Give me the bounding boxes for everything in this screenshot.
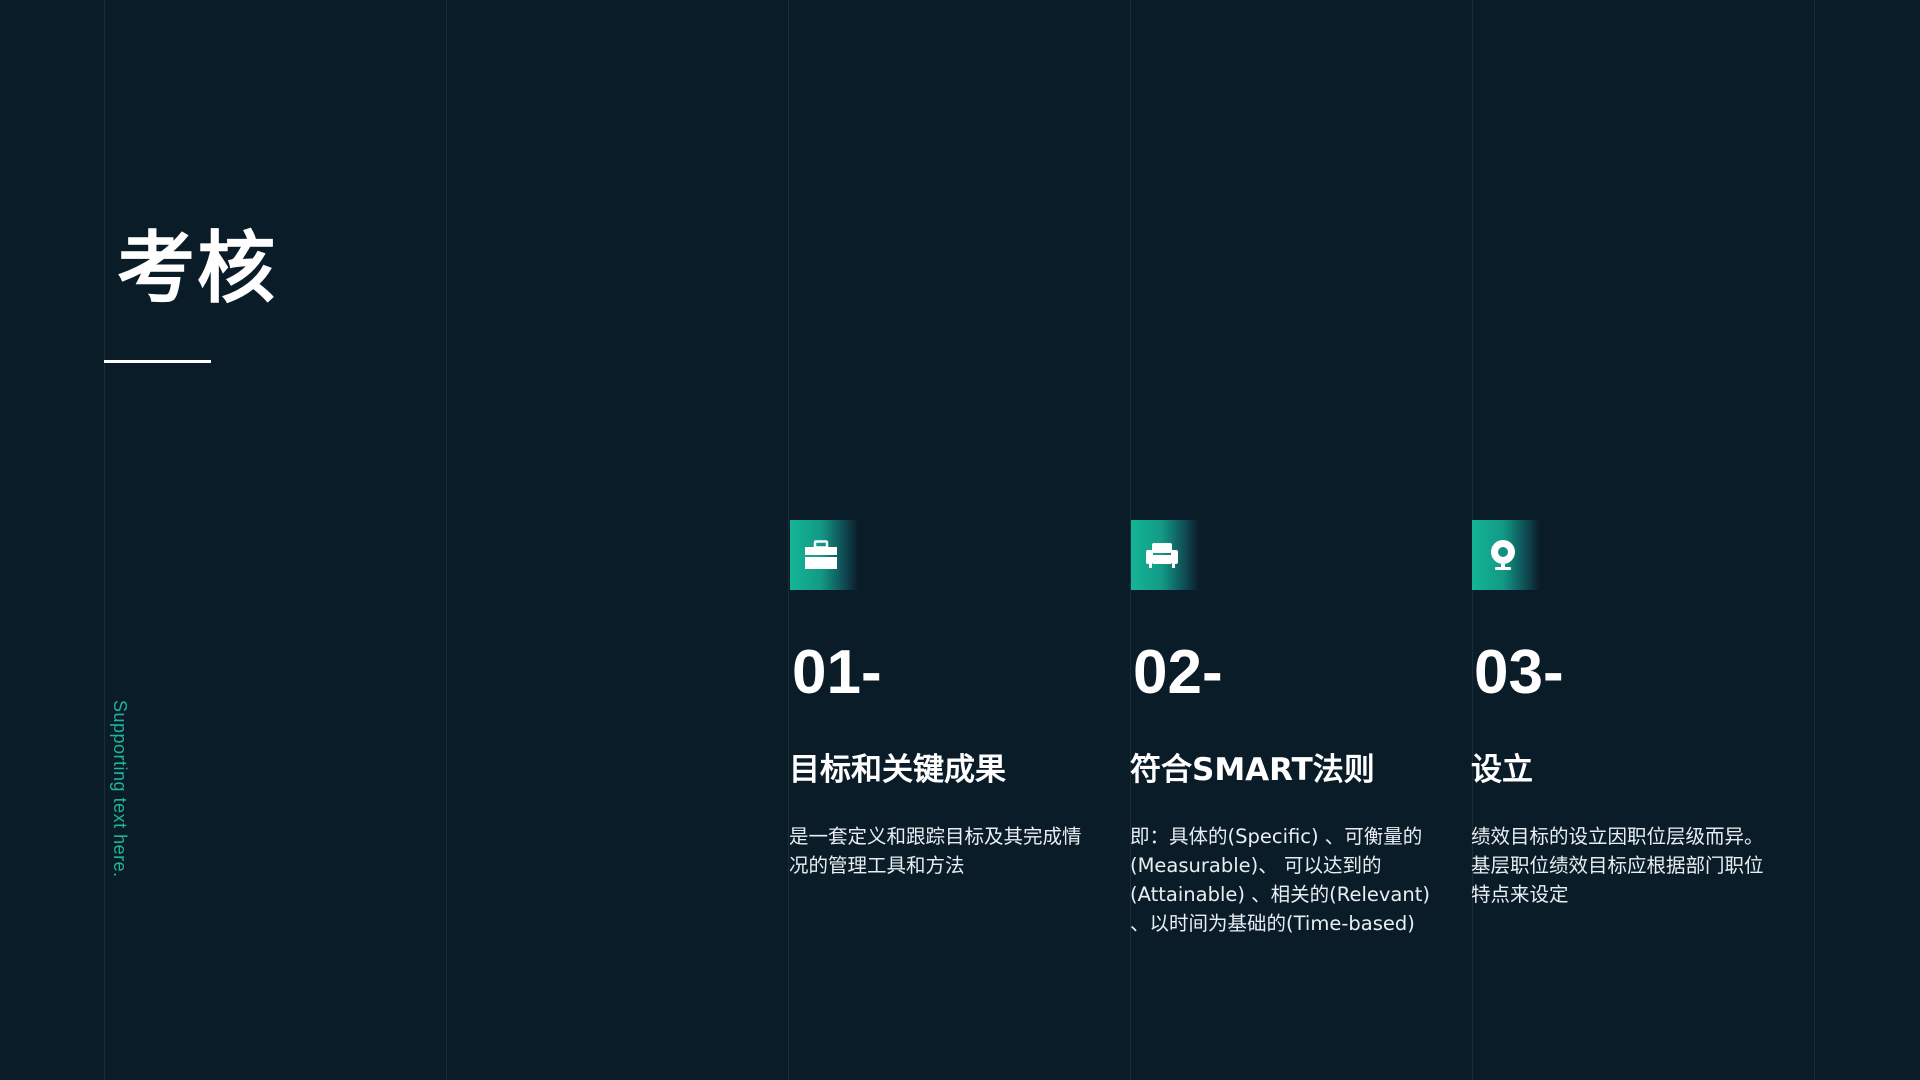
- title-underline: [104, 360, 211, 363]
- sofa-icon: [1146, 543, 1178, 568]
- grid-line: [788, 0, 789, 1080]
- item-03: 03- 设立 绩效目标的设立因职位层级而异。基层职位绩效目标应根据部门职位特点来…: [1471, 520, 1802, 906]
- item-number: 02-: [1133, 638, 1223, 707]
- slide: 考核 Supporting text here. 01- 目标和关键成果 是一套…: [0, 0, 1920, 1080]
- item-number: 01-: [792, 638, 882, 707]
- icon-box: [790, 520, 858, 590]
- item-number: 03-: [1474, 638, 1564, 707]
- item-heading: 符合SMART法则: [1130, 752, 1375, 788]
- item-02: 02- 符合SMART法则 即：具体的(Specific) 、可衡量的(Meas…: [1130, 520, 1461, 935]
- item-heading: 设立: [1471, 752, 1533, 788]
- item-description: 是一套定义和跟踪目标及其完成情况的管理工具和方法: [789, 825, 1082, 877]
- grid-line: [104, 0, 105, 1080]
- briefcase-icon: [805, 540, 837, 569]
- icon-box: [1472, 520, 1540, 590]
- grid-line: [446, 0, 447, 1080]
- item-01: 01- 目标和关键成果 是一套定义和跟踪目标及其完成情况的管理工具和方法: [789, 520, 1120, 877]
- item-heading: 目标和关键成果: [789, 752, 1006, 788]
- slide-title: 考核: [117, 224, 278, 314]
- item-description: 即：具体的(Specific) 、可衡量的(Measurable)、 可以达到的…: [1130, 825, 1430, 935]
- item-description: 绩效目标的设立因职位层级而异。基层职位绩效目标应根据部门职位特点来设定: [1471, 825, 1764, 906]
- supporting-text: Supporting text here.: [110, 700, 130, 878]
- webcam-icon: [1491, 540, 1515, 570]
- grid-line: [1814, 0, 1815, 1080]
- icon-box: [1131, 520, 1199, 590]
